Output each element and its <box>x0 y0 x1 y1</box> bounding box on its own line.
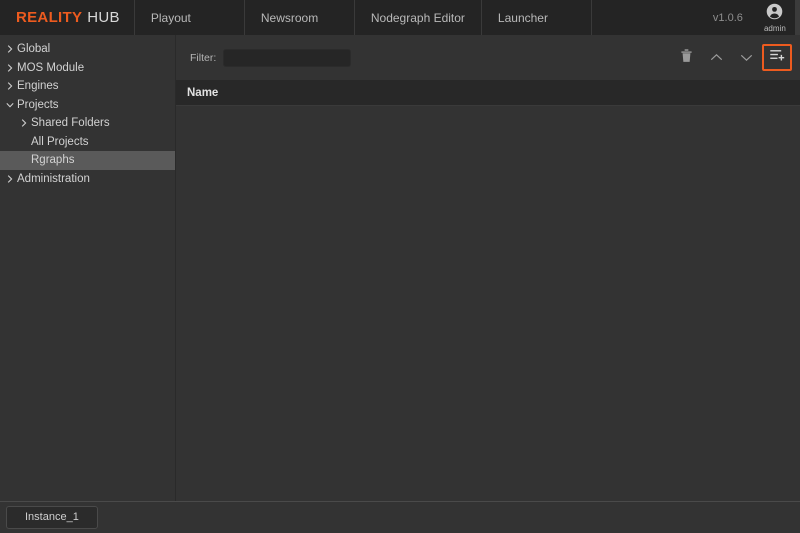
nav-filler <box>590 0 701 35</box>
table-body-empty[interactable] <box>176 106 800 501</box>
logo-secondary-text: HUB <box>87 9 120 26</box>
status-bar: Instance_1 <box>0 501 800 533</box>
table-header-row: Name <box>176 80 800 106</box>
nav-tab-label: Launcher <box>497 10 548 25</box>
sidebar-item-label: Rgraphs <box>31 154 75 167</box>
main-panel: Filter: Name <box>176 35 800 501</box>
version-label: v1.0.6 <box>712 11 743 24</box>
filter-input[interactable] <box>223 48 352 67</box>
column-header-name: Name <box>187 86 219 99</box>
sidebar-item-projects[interactable]: Projects <box>0 96 175 115</box>
sidebar-item-shared-folders[interactable]: Shared Folders <box>0 114 175 133</box>
chevron-down-icon <box>740 49 753 67</box>
sidebar-item-label: All Projects <box>31 135 89 148</box>
header-right-group: v1.0.6 admin <box>701 0 800 35</box>
sidebar-item-label: Engines <box>17 80 59 93</box>
sidebar-item-label: Shared Folders <box>31 117 110 130</box>
content-toolbar: Filter: <box>176 35 800 80</box>
sidebar-item-administration[interactable]: Administration <box>0 170 175 189</box>
chevron-right-icon[interactable] <box>3 82 17 91</box>
nav-tab-label: Playout <box>150 10 191 25</box>
sidebar-item-mos-module[interactable]: MOS Module <box>0 59 175 78</box>
user-avatar-icon <box>766 3 783 24</box>
nav-tab-label: Nodegraph Editor <box>370 10 465 25</box>
sidebar-item-label: Global <box>17 43 51 56</box>
nav-tab-label: Newsroom <box>260 10 319 25</box>
chevron-right-icon[interactable] <box>3 174 17 183</box>
chevron-up-icon <box>710 49 723 67</box>
main-navigation: Playout Newsroom Nodegraph Editor Launch… <box>133 0 701 35</box>
nav-tab-playout[interactable]: Playout <box>133 0 244 35</box>
chevron-right-icon[interactable] <box>17 119 31 128</box>
nav-tab-newsroom[interactable]: Newsroom <box>243 0 354 35</box>
user-account[interactable]: admin <box>755 0 795 35</box>
nav-tab-launcher[interactable]: Launcher <box>480 0 591 35</box>
sidebar-item-label: MOS Module <box>17 61 85 74</box>
sidebar-tree: Global MOS Module Engines Projects Share… <box>0 35 176 501</box>
sidebar-item-engines[interactable]: Engines <box>0 77 175 96</box>
move-down-button[interactable] <box>732 45 760 71</box>
app-body: Global MOS Module Engines Projects Share… <box>0 35 800 501</box>
chevron-right-icon[interactable] <box>3 45 17 54</box>
sidebar-item-label: Projects <box>17 98 59 111</box>
app-header: REALITY HUB Playout Newsroom Nodegraph E… <box>0 0 800 35</box>
sidebar-item-global[interactable]: Global <box>0 40 175 59</box>
application-window: REALITY HUB Playout Newsroom Nodegraph E… <box>0 0 800 533</box>
app-logo: REALITY HUB <box>0 0 134 35</box>
logo-primary-text: REALITY <box>16 9 83 26</box>
trash-icon <box>680 48 693 68</box>
chevron-right-icon[interactable] <box>3 63 17 72</box>
chevron-down-icon[interactable] <box>3 101 17 109</box>
list-add-icon <box>769 48 785 67</box>
settings-button[interactable] <box>794 0 800 35</box>
sidebar-item-all-projects[interactable]: All Projects <box>0 133 175 152</box>
filter-label: Filter: <box>190 51 217 64</box>
add-item-button[interactable] <box>762 44 792 71</box>
delete-button[interactable] <box>672 45 700 71</box>
user-name-label: admin <box>763 23 786 33</box>
sidebar-item-label: Administration <box>17 172 90 185</box>
move-up-button[interactable] <box>702 45 730 71</box>
instance-tab-label: Instance_1 <box>25 511 79 523</box>
nav-tab-nodegraph-editor[interactable]: Nodegraph Editor <box>353 0 481 35</box>
sidebar-item-rgraphs[interactable]: Rgraphs <box>0 151 175 170</box>
instance-tab[interactable]: Instance_1 <box>6 506 98 529</box>
